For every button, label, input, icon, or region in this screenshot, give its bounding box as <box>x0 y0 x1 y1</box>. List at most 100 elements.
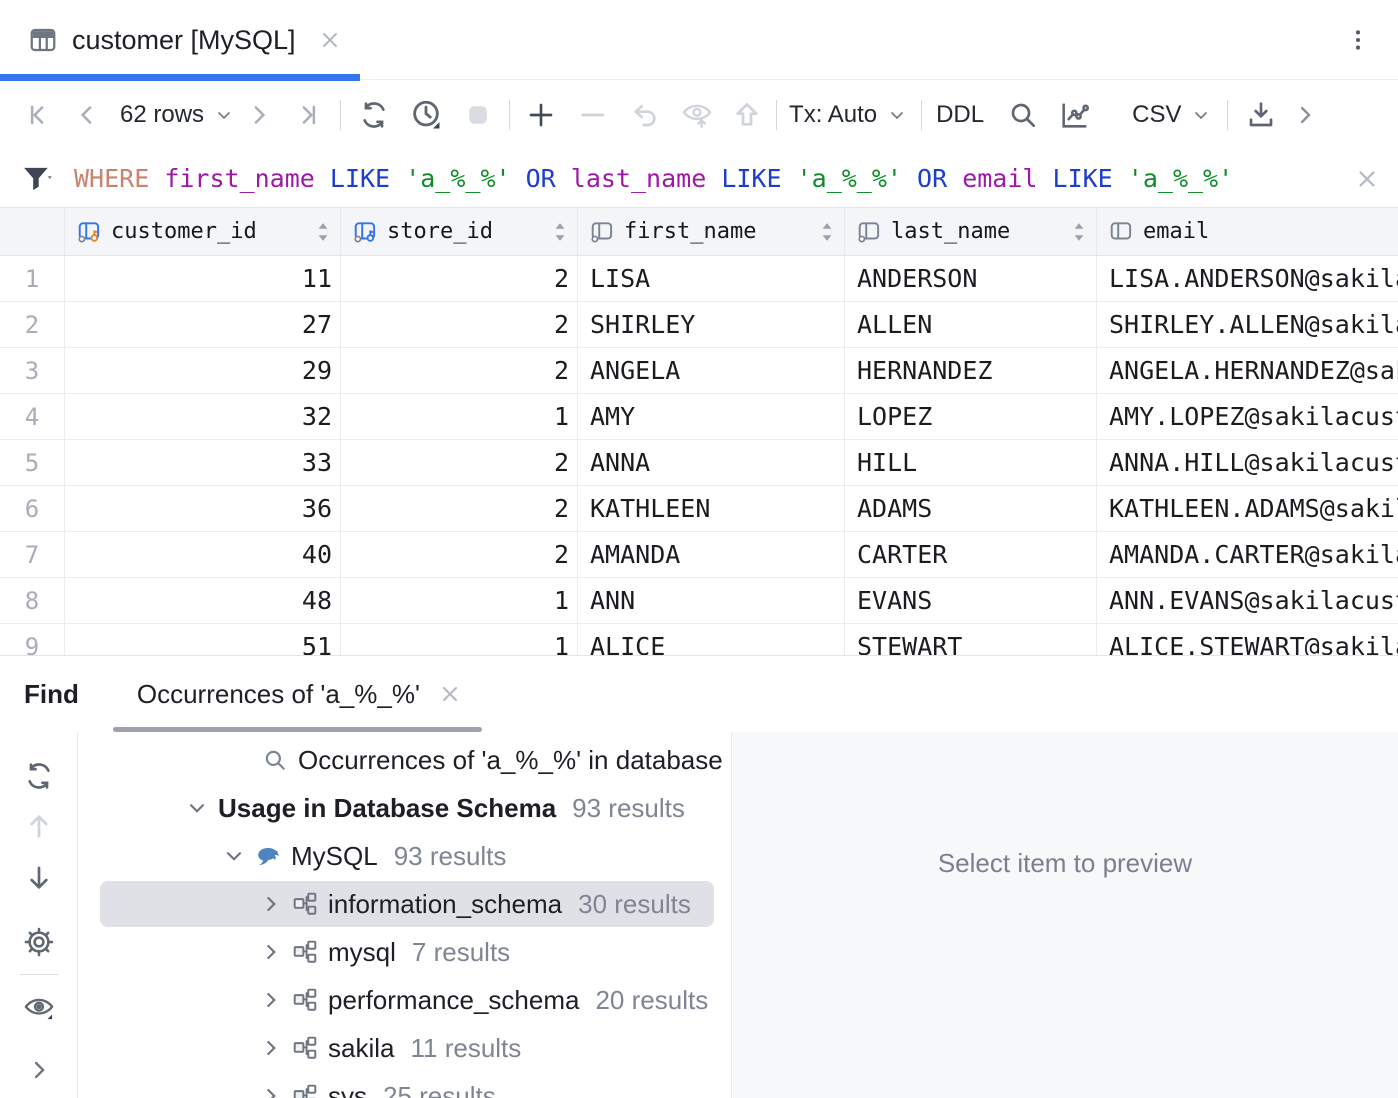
tree-item-usage-in-database-schema[interactable]: Usage in Database Schema93 results <box>78 784 731 832</box>
tx-mode-dropdown[interactable]: Tx: Auto <box>789 101 907 129</box>
tree-item-performance-schema[interactable]: performance_schema20 results <box>78 976 731 1024</box>
first-page-button[interactable] <box>22 98 56 132</box>
cell-first_name[interactable]: ANGELA <box>578 348 845 393</box>
filter-funnel-icon[interactable] <box>20 162 56 196</box>
cell-email[interactable]: ANN.EVANS@sakilacustomer.org <box>1097 578 1398 623</box>
column-header-email[interactable]: email <box>1097 208 1398 255</box>
cell-first_name[interactable]: LISA <box>578 256 845 301</box>
cell-customer_id[interactable]: 48 <box>65 578 341 623</box>
find-tab-close-icon[interactable] <box>438 682 462 706</box>
cell-store_id[interactable]: 1 <box>341 624 578 655</box>
find-button[interactable] <box>1006 98 1040 132</box>
cell-last_name[interactable]: CARTER <box>845 532 1097 577</box>
find-results-tab[interactable]: Occurrences of 'a_%_%' <box>113 656 482 732</box>
cell-first_name[interactable]: KATHLEEN <box>578 486 845 531</box>
stop-button[interactable] <box>461 98 495 132</box>
tree-item-mysql[interactable]: MySQL93 results <box>78 832 731 880</box>
cell-store_id[interactable]: 2 <box>341 302 578 347</box>
cell-last_name[interactable]: EVANS <box>845 578 1097 623</box>
chart-button[interactable] <box>1058 98 1092 132</box>
cell-last_name[interactable]: HILL <box>845 440 1097 485</box>
cell-customer_id[interactable]: 36 <box>65 486 341 531</box>
filter-close-icon[interactable] <box>1352 164 1382 194</box>
row-number[interactable]: 7 <box>0 532 65 577</box>
row-number[interactable]: 6 <box>0 486 65 531</box>
revert-button[interactable] <box>628 98 662 132</box>
cell-last_name[interactable]: ANDERSON <box>845 256 1097 301</box>
tree-item-mysql[interactable]: mysql7 results <box>78 928 731 976</box>
kebab-menu-button[interactable] <box>1340 22 1376 58</box>
cell-email[interactable]: SHIRLEY.ALLEN@sakilacustomer.org <box>1097 302 1398 347</box>
cell-customer_id[interactable]: 51 <box>65 624 341 655</box>
cell-first_name[interactable]: AMANDA <box>578 532 845 577</box>
ddl-button[interactable]: DDL <box>936 101 984 129</box>
row-number[interactable]: 1 <box>0 256 65 301</box>
cell-email[interactable]: ANGELA.HERNANDEZ@sakilacustomer.org <box>1097 348 1398 393</box>
row-number[interactable]: 4 <box>0 394 65 439</box>
chevron-right-icon[interactable] <box>258 987 284 1013</box>
chevron-right-icon[interactable] <box>258 939 284 965</box>
cell-email[interactable]: ALICE.STEWART@sakilacustomer.org <box>1097 624 1398 655</box>
expand-strip-chevron[interactable] <box>21 1052 57 1088</box>
cell-customer_id[interactable]: 27 <box>65 302 341 347</box>
cell-email[interactable]: AMANDA.CARTER@sakilacustomer.org <box>1097 532 1398 577</box>
delete-row-button[interactable] <box>576 98 610 132</box>
cell-first_name[interactable]: AMY <box>578 394 845 439</box>
chevron-right-icon[interactable] <box>258 891 284 917</box>
cell-store_id[interactable]: 2 <box>341 348 578 393</box>
cell-customer_id[interactable]: 32 <box>65 394 341 439</box>
cell-store_id[interactable]: 2 <box>341 486 578 531</box>
cell-first_name[interactable]: SHIRLEY <box>578 302 845 347</box>
gutter-header-cell[interactable] <box>0 208 65 255</box>
cell-customer_id[interactable]: 11 <box>65 256 341 301</box>
chevron-right-icon[interactable] <box>258 1035 284 1061</box>
last-page-button[interactable] <box>290 98 324 132</box>
add-row-button[interactable] <box>524 98 558 132</box>
cell-last_name[interactable]: ALLEN <box>845 302 1097 347</box>
previous-occurrence-button[interactable] <box>21 808 57 844</box>
sort-arrows-icon[interactable] <box>316 221 330 243</box>
cell-email[interactable]: ANNA.HILL@sakilacustomer.org <box>1097 440 1398 485</box>
column-header-first_name[interactable]: first_name <box>578 208 845 255</box>
rows-count-dropdown[interactable]: 62 rows <box>120 101 234 129</box>
row-number[interactable]: 8 <box>0 578 65 623</box>
toolbar-more-chevron[interactable] <box>1288 98 1322 132</box>
cell-first_name[interactable]: ANNA <box>578 440 845 485</box>
tab-customer-mysql[interactable]: customer [MySQL] <box>0 0 360 80</box>
sort-arrows-icon[interactable] <box>553 221 567 243</box>
cell-first_name[interactable]: ANN <box>578 578 845 623</box>
sort-arrows-icon[interactable] <box>820 221 834 243</box>
preview-toggle-button[interactable] <box>21 990 57 1026</box>
cell-last_name[interactable]: HERNANDEZ <box>845 348 1097 393</box>
tree-item-sys[interactable]: sys25 results <box>78 1072 731 1098</box>
previous-page-button[interactable] <box>70 98 104 132</box>
row-number[interactable]: 2 <box>0 302 65 347</box>
cell-last_name[interactable]: LOPEZ <box>845 394 1097 439</box>
cell-email[interactable]: LISA.ANDERSON@sakilacustomer.org <box>1097 256 1398 301</box>
tree-item-sakila[interactable]: sakila11 results <box>78 1024 731 1072</box>
refresh-button[interactable] <box>357 98 391 132</box>
column-header-store_id[interactable]: store_id <box>341 208 578 255</box>
row-number[interactable]: 9 <box>0 624 65 655</box>
export-download-button[interactable] <box>1244 98 1278 132</box>
cell-customer_id[interactable]: 40 <box>65 532 341 577</box>
cell-email[interactable]: AMY.LOPEZ@sakilacustomer.org <box>1097 394 1398 439</box>
preview-changes-icon-button[interactable] <box>680 98 714 132</box>
row-number[interactable]: 3 <box>0 348 65 393</box>
rerun-search-button[interactable] <box>21 758 57 794</box>
column-header-customer_id[interactable]: customer_id <box>65 208 341 255</box>
cell-first_name[interactable]: ALICE <box>578 624 845 655</box>
cell-customer_id[interactable]: 29 <box>65 348 341 393</box>
cell-customer_id[interactable]: 33 <box>65 440 341 485</box>
filter-expression-input[interactable]: WHERE first_name LIKE 'a_%_%' OR last_na… <box>74 164 1233 193</box>
chevron-right-icon[interactable] <box>258 1083 284 1098</box>
column-header-last_name[interactable]: last_name <box>845 208 1097 255</box>
tree-item-information-schema[interactable]: information_schema30 results <box>78 880 731 928</box>
next-page-button[interactable] <box>242 98 276 132</box>
cell-store_id[interactable]: 2 <box>341 256 578 301</box>
tab-close-icon[interactable] <box>318 28 342 52</box>
cell-store_id[interactable]: 2 <box>341 532 578 577</box>
cell-email[interactable]: KATHLEEN.ADAMS@sakilacustomer.org <box>1097 486 1398 531</box>
chevron-down-icon[interactable] <box>184 795 210 821</box>
csv-format-dropdown[interactable]: CSV <box>1132 101 1211 129</box>
